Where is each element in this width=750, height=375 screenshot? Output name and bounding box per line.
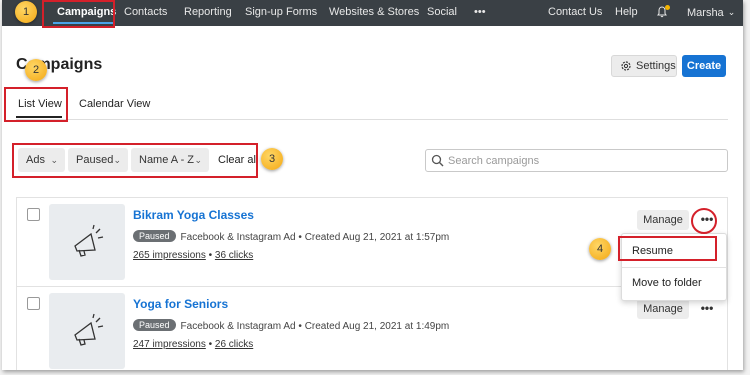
campaign-stats: 265 impressions • 36 clicks <box>133 250 253 261</box>
search-box[interactable] <box>425 149 728 172</box>
notification-dot <box>665 5 670 10</box>
search-input[interactable] <box>448 152 718 169</box>
gear-icon <box>621 61 631 71</box>
campaign-meta: Paused Facebook & Instagram Ad • Created … <box>133 230 449 243</box>
row-checkbox[interactable] <box>27 297 40 310</box>
nav-more-icon[interactable]: ••• <box>474 0 486 26</box>
campaign-created: Created Aug 21, 2021 at 1:57pm <box>304 232 450 243</box>
tab-divider <box>16 119 728 120</box>
highlight-circle-more <box>691 208 717 234</box>
campaign-stats: 247 impressions • 26 clicks <box>133 339 253 350</box>
tab-calendar-view[interactable]: Calendar View <box>79 98 150 110</box>
nav-social[interactable]: Social <box>427 0 457 26</box>
nav-help[interactable]: Help <box>615 0 638 26</box>
step-badge-4: 4 <box>589 238 611 260</box>
more-options-icon[interactable]: ••• <box>697 299 717 319</box>
campaign-type: Facebook & Instagram Ad <box>180 232 296 243</box>
status-badge: Paused <box>133 319 176 331</box>
row-checkbox[interactable] <box>27 208 40 221</box>
nav-signup-forms[interactable]: Sign-up Forms <box>245 0 317 26</box>
menu-item-move-to-folder[interactable]: Move to folder <box>622 268 726 298</box>
clicks-link[interactable]: 36 clicks <box>215 250 253 261</box>
stats-separator: • <box>208 250 213 261</box>
step-badge-1: 1 <box>15 1 37 23</box>
impressions-link[interactable]: 247 impressions <box>133 339 206 350</box>
status-badge: Paused <box>133 230 176 242</box>
campaign-name-link[interactable]: Bikram Yoga Classes <box>133 208 254 222</box>
stats-separator: • <box>208 339 213 350</box>
meta-separator: • <box>298 321 302 332</box>
campaign-thumbnail[interactable] <box>49 293 125 369</box>
nav-contact-us[interactable]: Contact Us <box>548 0 602 26</box>
manage-button[interactable]: Manage <box>637 299 689 319</box>
manage-button[interactable]: Manage <box>637 210 689 230</box>
clicks-link[interactable]: 26 clicks <box>215 339 253 350</box>
highlight-box-resume <box>618 236 717 261</box>
megaphone-icon <box>74 313 104 346</box>
campaign-type: Facebook & Instagram Ad <box>180 321 296 332</box>
campaign-meta: Paused Facebook & Instagram Ad • Created … <box>133 319 449 332</box>
nav-user-menu[interactable]: Marsha ⌄ <box>687 0 735 26</box>
search-icon <box>431 154 444 167</box>
nav-websites-stores[interactable]: Websites & Stores <box>329 0 419 26</box>
step-badge-3: 3 <box>261 148 283 170</box>
chevron-down-icon: ⌄ <box>727 7 736 17</box>
step-badge-2: 2 <box>25 59 47 81</box>
campaign-thumbnail[interactable] <box>49 204 125 280</box>
highlight-box-filters <box>12 143 258 178</box>
campaign-created: Created Aug 21, 2021 at 1:49pm <box>304 321 450 332</box>
nav-reporting[interactable]: Reporting <box>184 0 232 26</box>
highlight-box-list-view <box>4 87 68 122</box>
megaphone-icon <box>74 224 104 257</box>
nav-contacts[interactable]: Contacts <box>124 0 167 26</box>
create-button[interactable]: Create <box>682 55 726 77</box>
app-window: Campaigns Contacts Reporting Sign-up For… <box>2 0 743 370</box>
impressions-link[interactable]: 265 impressions <box>133 250 206 261</box>
settings-button[interactable]: Settings <box>611 55 677 77</box>
meta-separator: • <box>298 232 302 243</box>
settings-label: Settings <box>636 60 676 72</box>
campaign-name-link[interactable]: Yoga for Seniors <box>133 297 228 311</box>
user-name: Marsha <box>687 7 724 19</box>
highlight-box-campaigns <box>42 0 115 28</box>
